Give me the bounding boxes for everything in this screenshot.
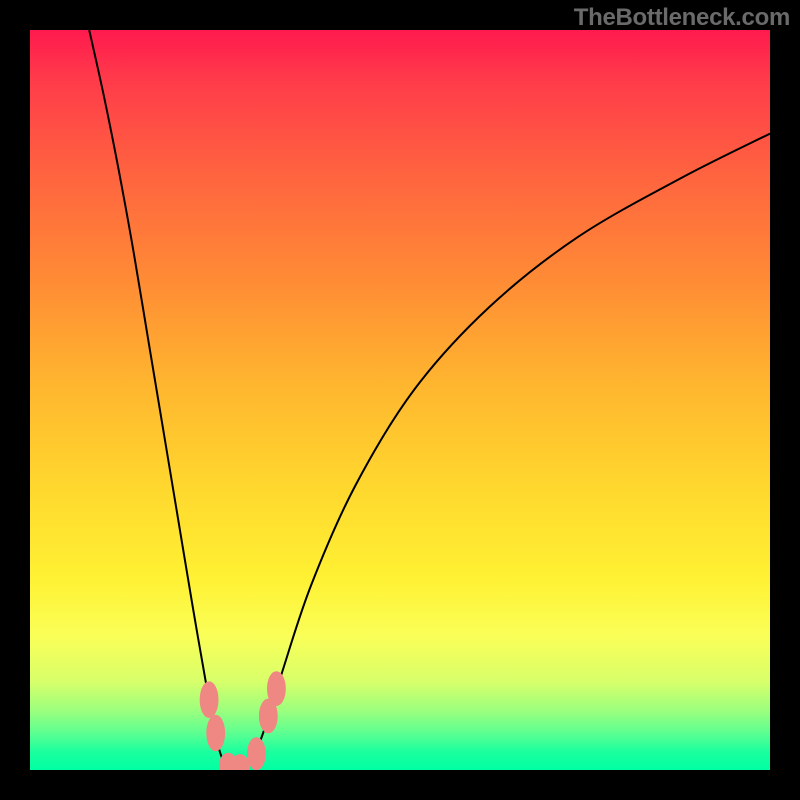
watermark-text: TheBottleneck.com xyxy=(574,4,790,32)
marker-left-lower xyxy=(207,715,225,751)
marker-left-upper xyxy=(200,682,218,718)
plot-area xyxy=(30,30,770,770)
marker-group xyxy=(200,672,285,770)
curve-layer xyxy=(30,30,770,770)
bottleneck-curve xyxy=(89,30,770,769)
marker-right-upper xyxy=(268,672,286,706)
chart-frame: TheBottleneck.com xyxy=(0,0,800,800)
marker-bottom-right xyxy=(248,738,266,770)
